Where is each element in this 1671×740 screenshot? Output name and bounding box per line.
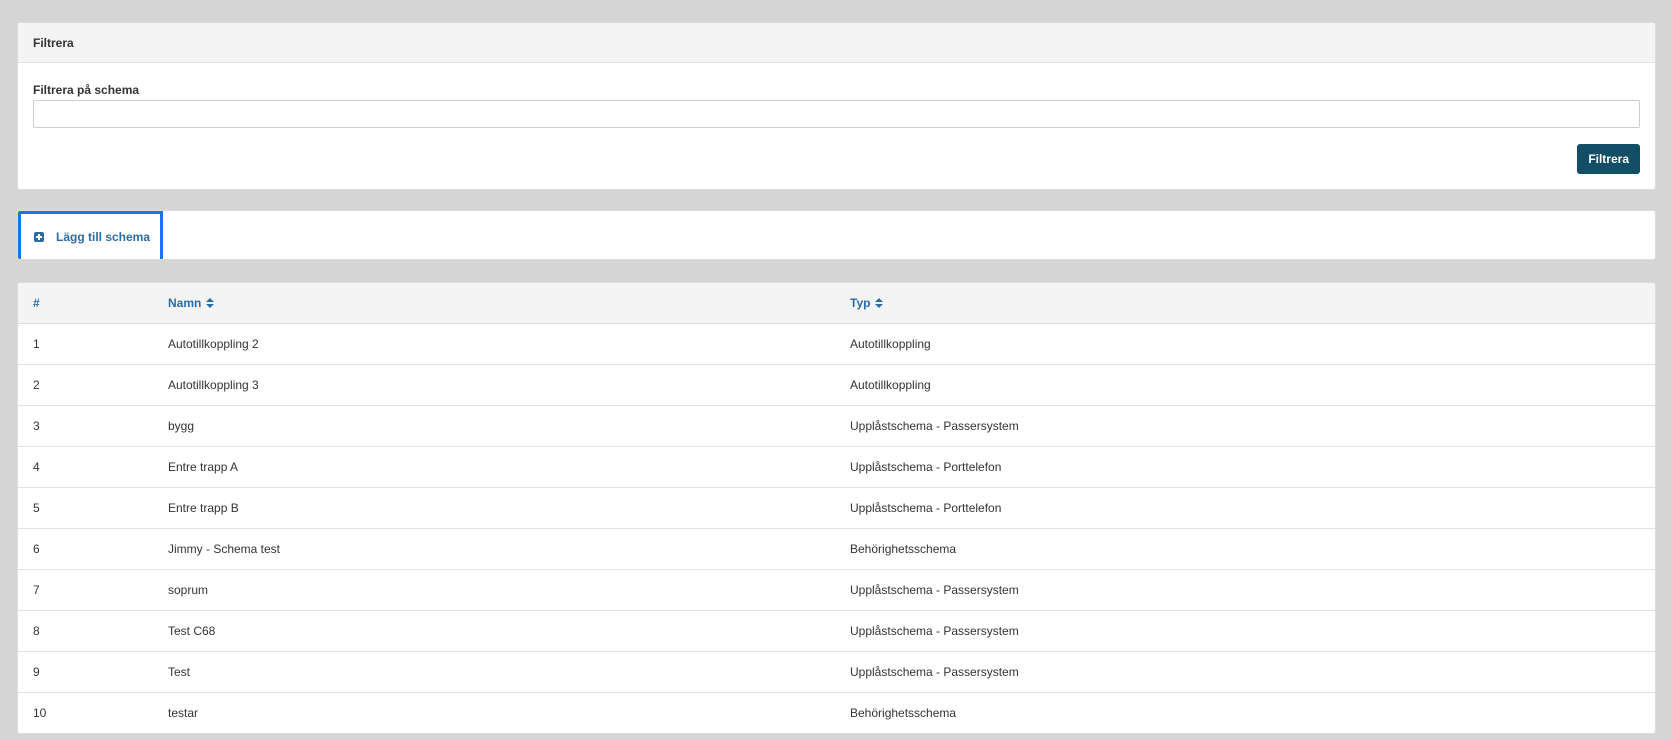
row-type: Upplåstschema - Porttelefon <box>850 500 1002 515</box>
column-header-name-label: Namn <box>168 295 202 310</box>
row-number: 3 <box>33 418 40 433</box>
row-type: Behörighetsschema <box>850 705 957 720</box>
row-number: 5 <box>33 500 40 515</box>
filter-panel-heading: Filtrera <box>18 23 1655 63</box>
row-name: Entre trapp B <box>168 500 239 515</box>
add-schema-panel: Lägg till schema <box>17 210 1656 260</box>
column-header-number: # <box>18 283 168 324</box>
table-row[interactable]: 10 testar Behörighetsschema <box>18 692 1655 733</box>
row-name: bygg <box>168 418 195 433</box>
filter-schema-label: Filtrera på schema <box>33 83 140 97</box>
row-name: Test C68 <box>168 623 216 638</box>
row-type: Autotillkoppling <box>850 377 931 392</box>
row-number: 1 <box>33 336 40 351</box>
table-row[interactable]: 7 soprum Upplåstschema - Passersystem <box>18 569 1655 610</box>
row-name: Jimmy - Schema test <box>168 541 281 556</box>
add-schema-button[interactable]: Lägg till schema <box>18 211 163 259</box>
row-number: 7 <box>33 582 40 597</box>
row-number: 8 <box>33 623 40 638</box>
row-type: Upplåstschema - Passersystem <box>850 418 1019 433</box>
add-schema-label: Lägg till schema <box>56 230 151 244</box>
filter-panel: Filtrera Filtrera på schema Filtrera <box>17 22 1656 190</box>
row-number: 10 <box>33 705 47 720</box>
plus-square-icon <box>34 232 44 242</box>
table-row[interactable]: 6 Jimmy - Schema test Behörighetsschema <box>18 528 1655 569</box>
row-name: Entre trapp A <box>168 459 239 474</box>
column-header-type-label: Typ <box>850 295 871 310</box>
table-row[interactable]: 4 Entre trapp A Upplåstschema - Porttele… <box>18 446 1655 487</box>
row-type: Upplåstschema - Passersystem <box>850 623 1019 638</box>
row-name: Test <box>168 664 191 679</box>
filter-button[interactable]: Filtrera <box>1577 144 1640 174</box>
column-header-number-label: # <box>33 295 40 310</box>
row-number: 4 <box>33 459 40 474</box>
sort-icon <box>875 297 884 308</box>
row-type: Upplåstschema - Passersystem <box>850 582 1019 597</box>
schema-table-panel: # Namn Typ 1 Autotillkoppling 2 Autotill… <box>17 282 1656 734</box>
filter-schema-input[interactable] <box>33 100 1640 128</box>
row-name: Autotillkoppling 2 <box>168 336 259 351</box>
row-number: 2 <box>33 377 40 392</box>
sort-icon <box>206 297 215 308</box>
row-number: 9 <box>33 664 40 679</box>
column-header-name[interactable]: Namn <box>168 283 850 324</box>
row-name: soprum <box>168 582 209 597</box>
row-number: 6 <box>33 541 40 556</box>
table-header-row: # Namn Typ <box>18 283 1655 324</box>
schema-table: # Namn Typ 1 Autotillkoppling 2 Autotill… <box>18 283 1655 733</box>
table-row[interactable]: 8 Test C68 Upplåstschema - Passersystem <box>18 610 1655 651</box>
row-name: testar <box>168 705 199 720</box>
row-type: Autotillkoppling <box>850 336 931 351</box>
table-row[interactable]: 1 Autotillkoppling 2 Autotillkoppling <box>18 323 1655 364</box>
table-row[interactable]: 9 Test Upplåstschema - Passersystem <box>18 651 1655 692</box>
row-type: Behörighetsschema <box>850 541 957 556</box>
table-row[interactable]: 3 bygg Upplåstschema - Passersystem <box>18 405 1655 446</box>
row-name: Autotillkoppling 3 <box>168 377 259 392</box>
column-header-type[interactable]: Typ <box>850 283 1655 324</box>
table-row[interactable]: 2 Autotillkoppling 3 Autotillkoppling <box>18 364 1655 405</box>
row-type: Upplåstschema - Passersystem <box>850 664 1019 679</box>
row-type: Upplåstschema - Porttelefon <box>850 459 1002 474</box>
table-row[interactable]: 5 Entre trapp B Upplåstschema - Porttele… <box>18 487 1655 528</box>
